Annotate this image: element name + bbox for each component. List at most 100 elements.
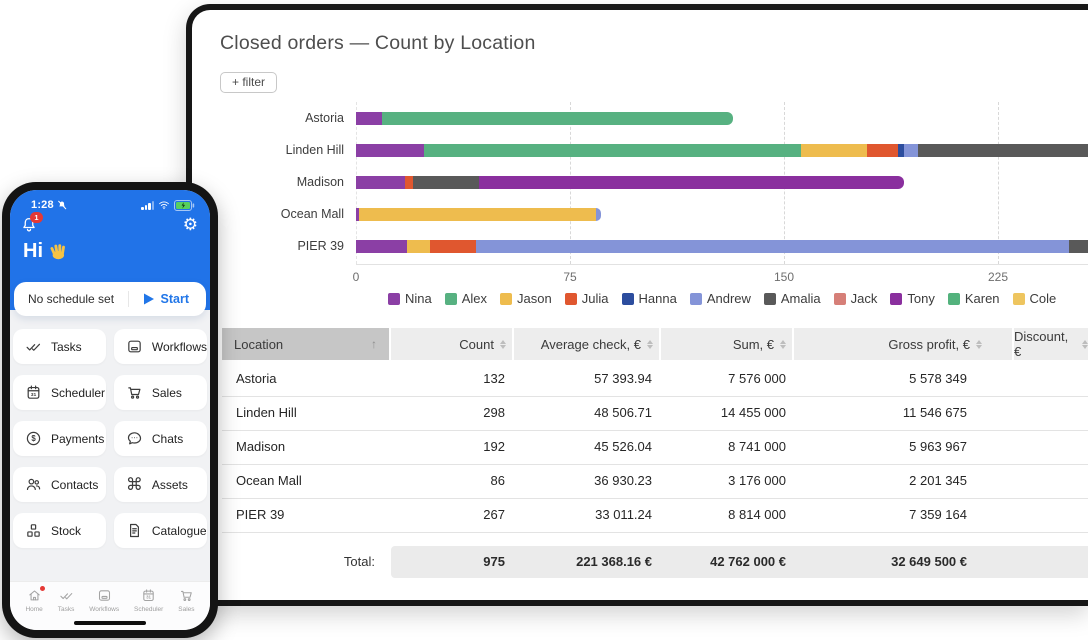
legend-swatch	[622, 293, 634, 305]
stacked-bar[interactable]	[356, 240, 1088, 253]
tasks-icon	[59, 588, 74, 603]
menu-item-tasks[interactable]: Tasks	[13, 329, 106, 364]
table-row[interactable]: PIER 3926733 011.248 814 0007 359 164	[222, 498, 1088, 533]
menu-item-label: Scheduler	[51, 386, 105, 400]
sales-icon	[126, 384, 143, 401]
sort-ascending-icon: ↑	[371, 337, 377, 351]
add-filter-button[interactable]: + filter	[220, 72, 277, 93]
legend-item-nina[interactable]: Nina	[388, 291, 432, 306]
table-cell: 8 741 000	[661, 430, 792, 464]
table-cell: 192	[391, 430, 512, 464]
legend-item-jason[interactable]: Jason	[500, 291, 552, 306]
bar-segment-julia[interactable]	[430, 240, 476, 253]
bar-segment-julia[interactable]	[405, 176, 414, 189]
bar-segment-nina[interactable]	[356, 240, 407, 253]
menu-item-label: Payments	[51, 432, 104, 446]
column-header-label: Discount, €	[1014, 329, 1076, 359]
notification-badge: 1	[30, 212, 43, 223]
stacked-bar[interactable]	[356, 176, 904, 189]
stacked-bar[interactable]	[356, 144, 1088, 157]
bar-segment-tony[interactable]	[479, 176, 904, 189]
settings-button[interactable]: ⚙	[183, 216, 198, 234]
notification-dot	[40, 586, 45, 591]
bar-segment-jason[interactable]	[359, 208, 596, 221]
bar-segment-nina[interactable]	[356, 144, 424, 157]
x-axis-tick-label: 75	[563, 270, 576, 284]
contacts-icon	[25, 476, 42, 493]
home-indicator[interactable]	[74, 621, 146, 626]
status-bar: 1:28	[10, 197, 210, 213]
legend-item-tony[interactable]: Tony	[890, 291, 934, 306]
menu-item-label: Stock	[51, 524, 81, 538]
column-header-gross-profit[interactable]: Gross profit, €	[794, 328, 1012, 360]
legend-item-amalia[interactable]: Amalia	[764, 291, 821, 306]
total-cell: 221 368.16 €	[514, 546, 659, 578]
schedule-card[interactable]: No schedule set Start	[14, 282, 206, 316]
bar-segment-andrew[interactable]	[596, 208, 602, 221]
menu-item-label: Tasks	[51, 340, 82, 354]
table-cell: Astoria	[222, 362, 389, 396]
legend-item-julia[interactable]: Julia	[565, 291, 609, 306]
table-cell: 8 814 000	[661, 498, 792, 532]
payments-icon: $	[25, 430, 42, 447]
totals-row: 975221 368.16 €42 762 000 €32 649 500 €	[391, 546, 1088, 578]
status-time: 1:28	[31, 199, 54, 211]
svg-text:31: 31	[31, 392, 37, 398]
column-header-count[interactable]: Count	[391, 328, 512, 360]
menu-item-sales[interactable]: Sales	[114, 375, 207, 410]
bar-segment-jason[interactable]	[407, 240, 430, 253]
dashboard-window: Closed orders — Count by Location + filt…	[186, 4, 1088, 606]
legend-item-karen[interactable]: Karen	[948, 291, 1000, 306]
bar-segment-amalia[interactable]	[1069, 240, 1088, 253]
table-cell: 7 359 164	[794, 498, 1012, 532]
table-row[interactable]: Madison19245 526.048 741 0005 963 967	[222, 430, 1088, 465]
legend-item-cole[interactable]: Cole	[1013, 291, 1057, 306]
bar-segment-nina[interactable]	[356, 176, 405, 189]
column-header-location[interactable]: Location↑	[222, 328, 389, 360]
table-row[interactable]: Linden Hill29848 506.7114 455 00011 546 …	[222, 396, 1088, 431]
bar-segment-amalia[interactable]	[918, 144, 1088, 157]
menu-item-assets[interactable]: ⌘Assets	[114, 467, 207, 502]
menu-item-stock[interactable]: Stock	[13, 513, 106, 548]
bar-segment-amalia[interactable]	[413, 176, 479, 189]
start-button[interactable]: Start	[129, 292, 206, 306]
stacked-bar[interactable]	[356, 208, 601, 221]
bar-segment-alex[interactable]	[382, 112, 733, 125]
bar-segment-jason[interactable]	[801, 144, 867, 157]
bar-segment-nina[interactable]	[356, 112, 382, 125]
bar-segment-andrew[interactable]	[904, 144, 918, 157]
column-header-sum[interactable]: Sum, €	[661, 328, 792, 360]
legend-item-jack[interactable]: Jack	[834, 291, 878, 306]
x-axis-tick-label: 0	[353, 270, 360, 284]
legend-item-andrew[interactable]: Andrew	[690, 291, 751, 306]
dashboard-content: Closed orders — Count by Location + filt…	[192, 10, 1088, 600]
nav-item-tasks[interactable]: Tasks	[58, 588, 75, 630]
column-header-average-check[interactable]: Average check, €	[514, 328, 659, 360]
table-cell: 48 506.71	[514, 396, 659, 430]
column-header-discount[interactable]: Discount, €	[1014, 328, 1088, 360]
menu-item-contacts[interactable]: Contacts	[13, 467, 106, 502]
nav-item-label: Sales	[178, 606, 194, 613]
legend-swatch	[565, 293, 577, 305]
legend-item-alex[interactable]: Alex	[445, 291, 487, 306]
nav-item-sales[interactable]: Sales	[178, 588, 194, 630]
total-label: Total:	[222, 546, 389, 578]
menu-item-chats[interactable]: Chats	[114, 421, 207, 456]
menu-item-workflows[interactable]: Workflows	[114, 329, 207, 364]
table-cell: 14 455 000	[661, 396, 792, 430]
table-row[interactable]: Ocean Mall8636 930.233 176 0002 201 345	[222, 464, 1088, 499]
bar-segment-julia[interactable]	[867, 144, 898, 157]
legend-item-hanna[interactable]: Hanna	[622, 291, 677, 306]
table-cell: 11 546 675	[794, 396, 1012, 430]
table-row[interactable]: Astoria13257 393.947 576 0005 578 349	[222, 362, 1088, 397]
menu-item-label: Workflows	[152, 340, 207, 354]
nav-item-home[interactable]: Home	[25, 588, 42, 630]
table-cell: 7 576 000	[661, 362, 792, 396]
notifications-button[interactable]: 1	[20, 216, 38, 234]
stacked-bar[interactable]	[356, 112, 733, 125]
bar-segment-andrew[interactable]	[476, 240, 1069, 253]
menu-item-catalogue[interactable]: Catalogue	[114, 513, 207, 548]
menu-item-payments[interactable]: $ Payments	[13, 421, 106, 456]
bar-segment-alex[interactable]	[424, 144, 801, 157]
menu-item-scheduler[interactable]: 31 Scheduler	[13, 375, 106, 410]
